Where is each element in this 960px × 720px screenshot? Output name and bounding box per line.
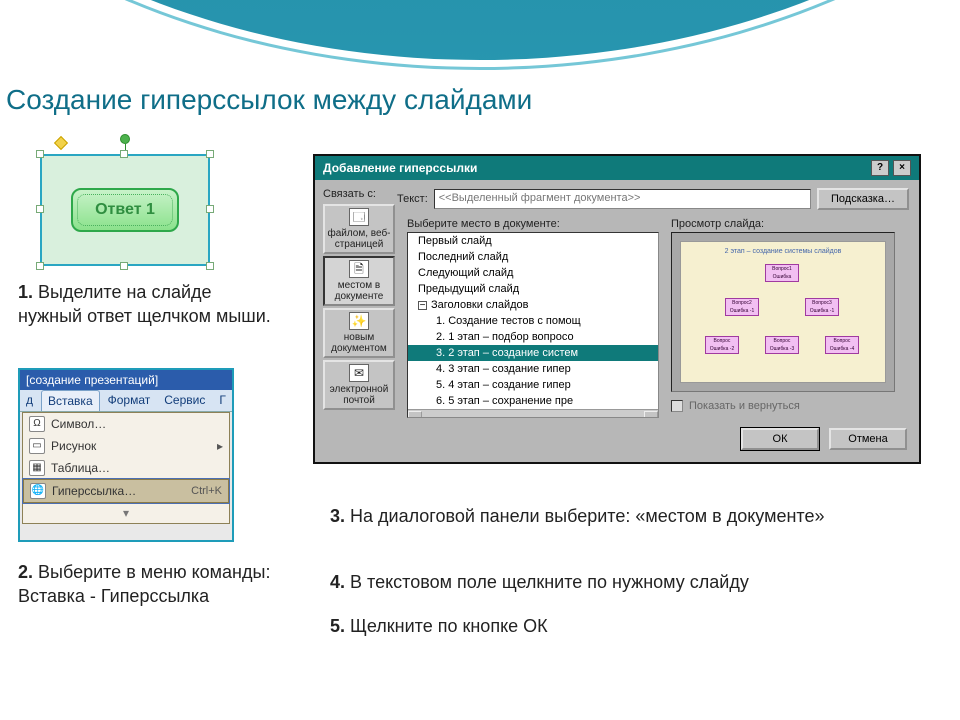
preview-node: Вопрос Ошибка -3 (765, 336, 799, 354)
ok-button[interactable]: ОК (741, 428, 819, 450)
adjust-handle-icon (54, 136, 68, 150)
menu-bar: д Вставка Формат Сервис Г (20, 390, 232, 412)
menu-tab-insert[interactable]: Вставка (41, 390, 100, 411)
tree-item-first[interactable]: Первый слайд (408, 233, 658, 249)
preview-node: Вопрос Ошибка -4 (825, 336, 859, 354)
hint-button[interactable]: Подсказка… (817, 188, 909, 210)
tree-label: Выберите место в документе: (407, 218, 560, 230)
step-3: 3. На диалоговой панели выберите: «место… (330, 504, 890, 528)
preview-slide-title: 2 этап – создание системы слайдов (681, 248, 885, 255)
step-2: 2. Выберите в меню команды:Вставка - Гип… (18, 560, 278, 609)
dialog-title: Добавление гиперссылки (323, 161, 477, 175)
answer-button[interactable]: Ответ 1 (71, 188, 179, 232)
link-target-newdoc[interactable]: ✨новым документом (323, 308, 395, 358)
app-title: [создание презентаций] (20, 370, 232, 390)
tree-item-next[interactable]: Следующий слайд (408, 265, 658, 281)
menu-item-hyperlink[interactable]: 🌐Гиперссылка…Ctrl+K (23, 479, 229, 503)
preview-node: Вопрос Ошибка -2 (705, 336, 739, 354)
preview-node: Вопрос1 Ошибка (765, 264, 799, 282)
page-title: Создание гиперссылок между слайдами (6, 84, 532, 116)
insert-menu-dropdown: ΩСимвол… ▭Рисунок▸ ▦Таблица… 🌐Гиперссылк… (22, 412, 230, 524)
tree-slide-3[interactable]: 3. 2 этап – создание систем (408, 345, 658, 361)
menu-tab-format[interactable]: Формат (102, 390, 157, 411)
close-button[interactable]: × (893, 160, 911, 176)
newdoc-icon: ✨ (349, 312, 369, 330)
tree-slide-5[interactable]: 5. 4 этап – создание гипер (408, 377, 658, 393)
preview-label: Просмотр слайда: (671, 218, 764, 230)
tree-slide-2[interactable]: 2. 1 этап – подбор вопросо (408, 329, 658, 345)
collapse-icon[interactable]: − (418, 301, 427, 310)
text-field[interactable]: <<Выделенный фрагмент документа>> (434, 189, 811, 209)
horizontal-scrollbar[interactable] (408, 409, 658, 418)
menu-item-picture[interactable]: ▭Рисунок▸ (23, 435, 229, 457)
menu-item-symbol[interactable]: ΩСимвол… (23, 413, 229, 435)
tree-item-titles[interactable]: −Заголовки слайдов (408, 297, 658, 313)
menu-tab-service[interactable]: Сервис (158, 390, 211, 411)
link-target-place[interactable]: 🗎местом в документе (323, 256, 395, 306)
document-icon: 🗎 (349, 260, 369, 278)
menu-tab[interactable]: д (20, 390, 39, 411)
step-4: 4. В текстовом поле щелкните по нужному … (330, 570, 890, 594)
menu-item-table[interactable]: ▦Таблица… (23, 457, 229, 479)
step-5: 5. Щелкните по кнопке ОК (330, 614, 890, 638)
preview-node: Вопрос3 Ошибка -1 (805, 298, 839, 316)
tree-slide-4[interactable]: 4. 3 этап – создание гипер (408, 361, 658, 377)
menu-tab[interactable]: Г (213, 390, 232, 411)
step-1: 1. Выделите на слайде нужный ответ щелчк… (18, 280, 278, 329)
cancel-button[interactable]: Отмена (829, 428, 907, 450)
location-tree[interactable]: Первый слайд Последний слайд Следующий с… (407, 232, 659, 418)
submenu-arrow-icon: ▸ (217, 439, 223, 453)
globe-icon: 🌐 (30, 483, 46, 499)
menu-expand[interactable]: ▾ (23, 503, 229, 523)
show-return-checkbox[interactable] (671, 400, 683, 412)
email-icon: ✉ (349, 364, 369, 382)
text-label: Текст: (397, 193, 428, 205)
show-return-label: Показать и вернуться (689, 400, 800, 412)
table-icon: ▦ (29, 460, 45, 476)
insert-menu-screenshot: [создание презентаций] д Вставка Формат … (18, 368, 234, 542)
tree-item-prev[interactable]: Предыдущий слайд (408, 281, 658, 297)
link-with-label: Связать с: (323, 188, 395, 200)
link-target-email[interactable]: ✉электронной почтой (323, 360, 395, 410)
link-target-file[interactable]: 🗔файлом, веб-страницей (323, 204, 395, 254)
symbol-icon: Ω (29, 416, 45, 432)
help-button[interactable]: ? (871, 160, 889, 176)
shortcut-label: Ctrl+K (191, 485, 222, 497)
webpage-icon: 🗔 (349, 208, 369, 226)
rotate-handle-icon (120, 134, 130, 144)
tree-slide-1[interactable]: 1. Создание тестов с помощ (408, 313, 658, 329)
picture-icon: ▭ (29, 438, 45, 454)
tree-item-last[interactable]: Последний слайд (408, 249, 658, 265)
dialog-titlebar: Добавление гиперссылки ? × (315, 156, 919, 180)
preview-node: Вопрос2 Ошибка -1 (725, 298, 759, 316)
answer-selection-preview: Ответ 1 (40, 154, 210, 266)
slide-preview: 2 этап – создание системы слайдов Вопрос… (671, 232, 895, 392)
hyperlink-dialog: Добавление гиперссылки ? × Связать с: 🗔ф… (313, 154, 921, 464)
tree-slide-6[interactable]: 6. 5 этап – сохранение пре (408, 393, 658, 409)
